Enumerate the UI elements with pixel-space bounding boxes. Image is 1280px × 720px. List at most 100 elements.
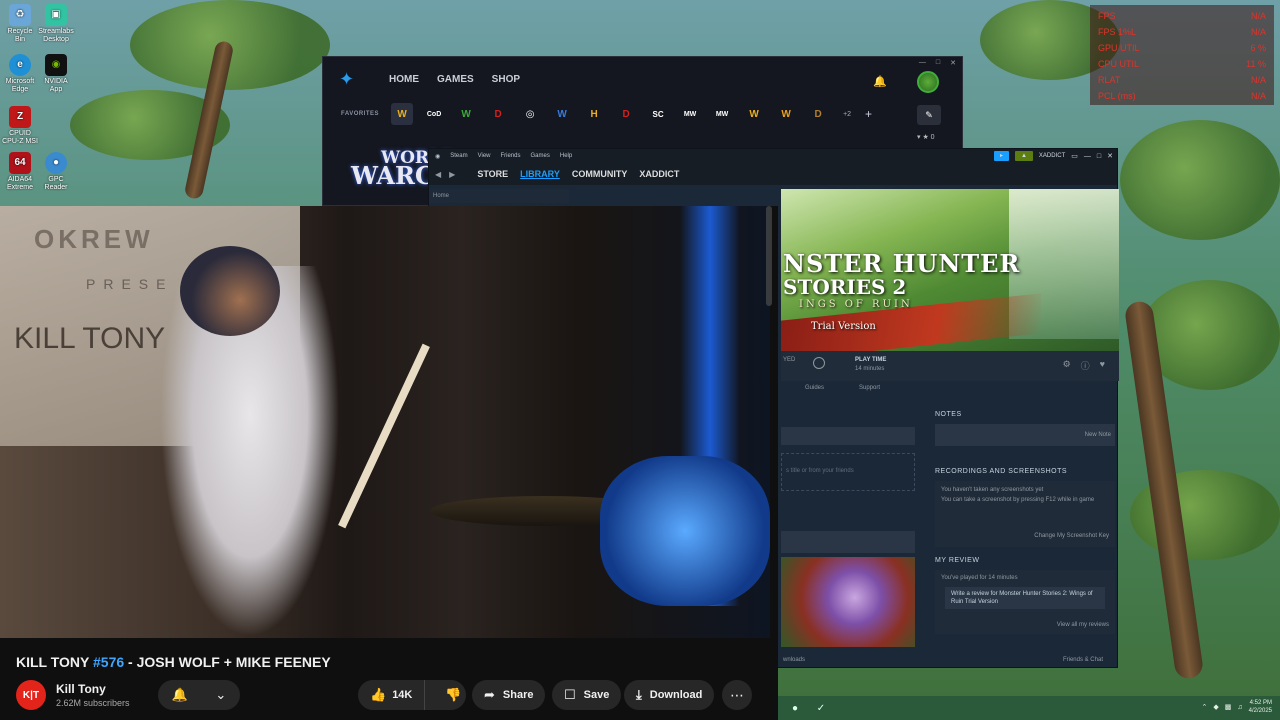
tab-guides[interactable]: Guides xyxy=(805,385,824,391)
tab-store[interactable]: STORE xyxy=(477,169,508,179)
close-icon[interactable]: ✕ xyxy=(1107,152,1113,160)
friend-artwork xyxy=(781,557,915,647)
subscription-bell-button[interactable]: 🔔 ⌄ xyxy=(158,680,240,710)
menu-view[interactable]: View xyxy=(478,153,491,159)
minimize-icon[interactable]: — xyxy=(919,59,926,67)
steam-nav: ◀▶ STORE LIBRARY COMMUNITY XADDICT xyxy=(429,163,1117,185)
gear-icon[interactable]: ⚙ xyxy=(1063,359,1071,372)
recordings-box: You haven't taken any screenshots yet Yo… xyxy=(935,481,1115,547)
bell-icon[interactable]: 🔔 xyxy=(873,75,887,88)
warcraft-rumble-icon[interactable]: W xyxy=(551,103,573,125)
back-forward-icon[interactable]: ◀▶ xyxy=(435,170,463,179)
info-icon[interactable]: ⓘ xyxy=(1081,359,1090,372)
nav-games[interactable]: GAMES xyxy=(437,74,474,85)
download-button[interactable]: ⤓ Download xyxy=(624,680,715,710)
like-button[interactable]: 👍 14K xyxy=(358,680,426,710)
avatar[interactable]: K|T xyxy=(16,680,46,710)
search-icon[interactable]: ● xyxy=(786,703,804,714)
nav-shop[interactable]: SHOP xyxy=(492,74,520,85)
battlenet-nav: HOME GAMES SHOP xyxy=(389,74,520,85)
warcraft-icon[interactable]: W xyxy=(743,103,765,125)
menu-steam[interactable]: Steam xyxy=(450,153,467,159)
hearthstone-icon[interactable]: H xyxy=(583,103,605,125)
channel-name[interactable]: Kill Tony xyxy=(56,682,106,696)
review-title: MY REVIEW xyxy=(935,557,980,564)
menu-friends[interactable]: Friends xyxy=(501,153,521,159)
screen-icon[interactable]: ▭ xyxy=(1071,152,1078,160)
save-button[interactable]: ☐ Save xyxy=(552,680,622,710)
shield-icon[interactable]: ◆ xyxy=(1213,703,1218,711)
avatar[interactable] xyxy=(917,71,939,93)
menu-help[interactable]: Help xyxy=(560,153,572,159)
more-games-button[interactable]: +2 xyxy=(843,111,851,118)
starcraft-icon[interactable]: SC xyxy=(647,103,669,125)
menu-games[interactable]: Games xyxy=(531,153,550,159)
game-banner[interactable]: WORLD WARCR xyxy=(351,149,456,205)
user-menu[interactable]: XADDICT xyxy=(1039,153,1065,159)
broadcast-icon[interactable]: ▸ xyxy=(993,151,1009,161)
system-clock[interactable]: 4:52 PM 4/2/2025 xyxy=(1249,699,1272,715)
download-icon: ⤓ xyxy=(636,687,642,702)
change-screenshot-key-button[interactable]: Change My Screenshot Key xyxy=(1034,531,1109,541)
battlenet-logo-icon[interactable]: ✦ xyxy=(339,68,361,90)
library-home[interactable]: Home xyxy=(429,189,569,203)
desktop-icon-edge[interactable]: e Microsoft Edge xyxy=(2,54,38,94)
activity-input[interactable] xyxy=(781,427,915,445)
add-friend-button[interactable]: ✎ xyxy=(917,105,941,125)
desktop-icon-streamlabs[interactable]: ▣ Streamlabs Desktop xyxy=(38,4,74,44)
new-note-button[interactable]: New Note xyxy=(1085,432,1111,438)
downloads-link[interactable]: wnloads xyxy=(783,657,805,663)
tab-library[interactable]: LIBRARY xyxy=(520,169,560,179)
perf-row: PCL (ms) N/A xyxy=(1098,91,1266,101)
more-options-button[interactable]: ⋯ xyxy=(722,680,752,710)
tab-support[interactable]: Support xyxy=(859,385,880,391)
nav-home[interactable]: HOME xyxy=(389,74,419,85)
dislike-button[interactable]: 👎 xyxy=(433,687,473,703)
chevron-up-icon[interactable]: ⌃ xyxy=(1202,703,1208,711)
maximize-icon[interactable]: □ xyxy=(936,59,940,67)
cpuz-icon: Z xyxy=(9,106,31,128)
favorites-label: FAVORITES xyxy=(341,111,380,117)
notifications-icon[interactable]: ▲ xyxy=(1014,151,1033,161)
right-sidebar: NOTES New Note RECORDINGS AND SCREENSHOT… xyxy=(935,411,1115,634)
video-actions-row: K|T Kill Tony 2.62M subscribers 🔔 ⌄ 👍 14… xyxy=(16,680,772,712)
scrollbar[interactable] xyxy=(766,206,772,306)
like-dislike-pill: 👍 14K 👎 xyxy=(358,680,466,710)
heart-icon[interactable]: ♥ xyxy=(1100,359,1105,372)
desktop-icon-nvidia[interactable]: ◉ NVIDIA App xyxy=(38,54,74,94)
friends-chat-button[interactable]: Friends & Chat xyxy=(1063,657,1103,663)
modern-warfare-icon[interactable]: MW xyxy=(679,103,701,125)
write-review-button[interactable]: Write a review for Monster Hunter Storie… xyxy=(945,587,1105,609)
wow-classic-icon[interactable]: W xyxy=(455,103,477,125)
activity-header xyxy=(781,531,915,553)
youtube-player-pane: OKREW PRESE KILL TONY KILL TONY #576 - J… xyxy=(0,206,778,720)
overwatch-icon[interactable]: ◎ xyxy=(519,103,541,125)
edge-icon: e xyxy=(9,54,31,76)
wow-icon[interactable]: W xyxy=(391,103,414,125)
desktop-icon-cpuz[interactable]: Z CPUID CPU-Z MSI xyxy=(2,106,38,146)
modern-warfare-2-icon[interactable]: MW xyxy=(711,103,733,125)
volume-icon[interactable]: ♫ xyxy=(1237,704,1242,711)
close-icon[interactable]: ✕ xyxy=(950,59,956,67)
video-frame[interactable]: OKREW PRESE KILL TONY xyxy=(0,206,770,638)
warcraft-3-icon[interactable]: W xyxy=(775,103,797,125)
view-reviews-link[interactable]: View all my reviews xyxy=(1057,621,1109,630)
steam-logo-icon[interactable]: ◉ xyxy=(435,153,440,160)
desktop-icon-gpc[interactable]: ● GPC Reader xyxy=(38,152,74,192)
call-of-duty-icon[interactable]: CoD xyxy=(423,103,445,125)
performance-overlay: FPS N/A FPS 1%L N/A GPU UTIL 6 % CPU UTIL 11… xyxy=(1090,5,1274,105)
diablo-2-icon[interactable]: D xyxy=(807,103,829,125)
steam-taskbar-icon[interactable]: ✓ xyxy=(812,703,830,714)
hashtag-link[interactable]: #576 xyxy=(93,654,124,670)
desktop-icon-aida64[interactable]: 64 AIDA64 Extreme xyxy=(2,152,38,192)
tab-profile[interactable]: XADDICT xyxy=(639,169,679,179)
tab-community[interactable]: COMMUNITY xyxy=(572,169,628,179)
maximize-icon[interactable]: □ xyxy=(1097,153,1101,160)
add-favorite-icon[interactable]: + xyxy=(865,107,872,121)
share-button[interactable]: ➦ Share xyxy=(472,680,546,710)
diablo-icon[interactable]: D xyxy=(487,103,509,125)
diablo-immortal-icon[interactable]: D xyxy=(615,103,637,125)
network-icon[interactable]: ▩ xyxy=(1225,703,1232,711)
desktop-icon-recycle-bin[interactable]: ♻ Recycle Bin xyxy=(2,4,38,44)
minimize-icon[interactable]: — xyxy=(1084,153,1091,160)
